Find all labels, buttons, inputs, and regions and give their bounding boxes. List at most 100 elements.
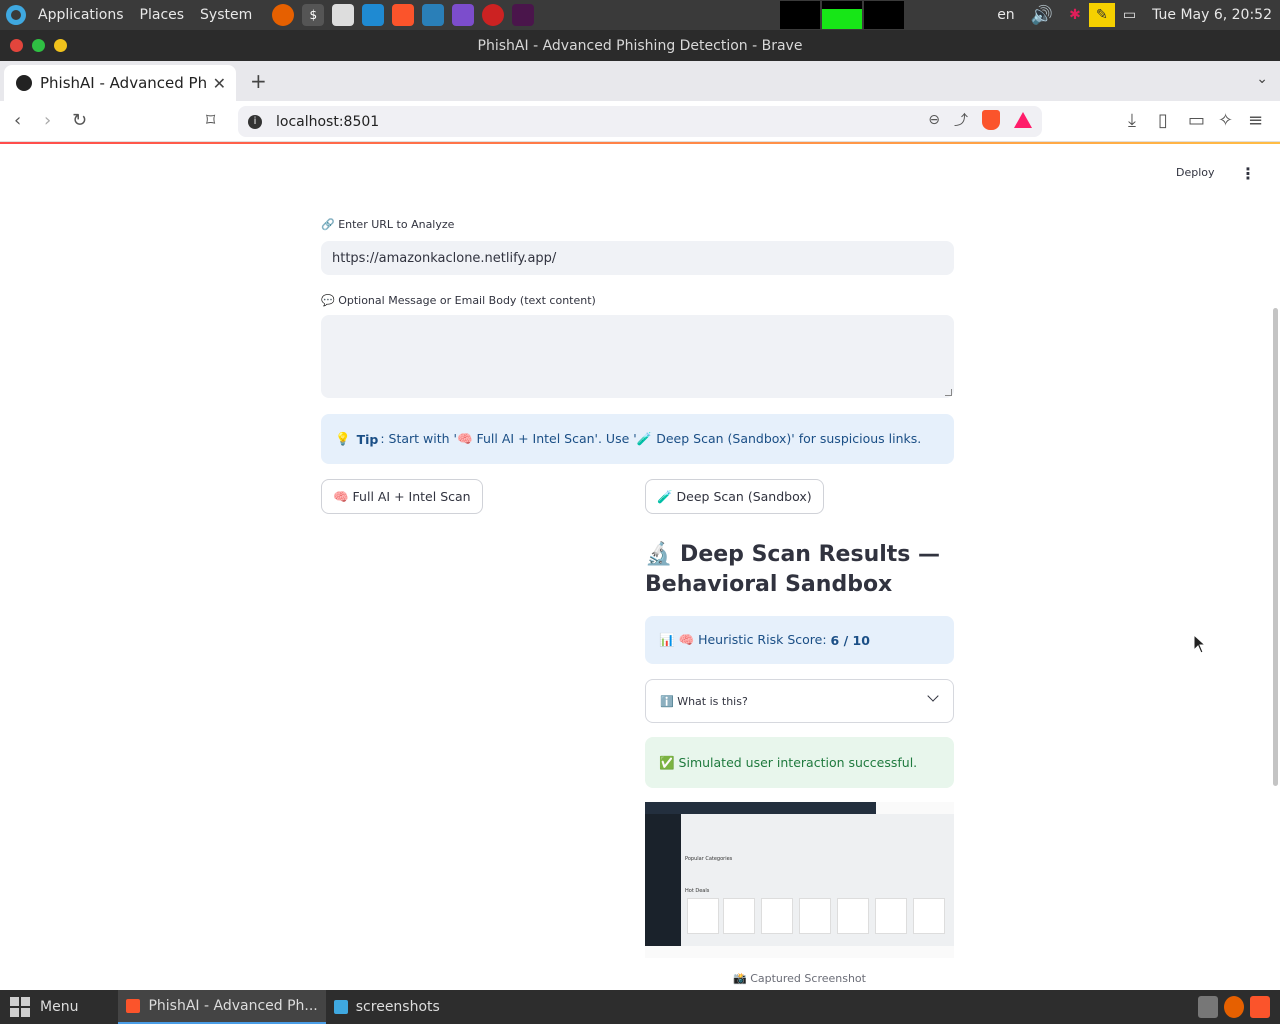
risk-score-box: 📊 🧠 Heuristic Risk Score: 6 / 10 [645,616,954,664]
brave-icon [126,999,141,1013]
clock[interactable]: Tue May 6, 20:52 [1144,0,1280,30]
streamlit-app: Deploy ⋮ 🔗 Enter URL to Analyze https://… [0,144,1280,990]
leo-ai-icon[interactable]: ✧ [1218,110,1233,132]
downloads-icon[interactable]: ⤓ [1128,110,1136,132]
top-panel: Applications Places System $ en 🔊 ✱ ✎ ▭ … [0,0,1280,30]
tip-text: : Start with '🧠 Full AI + Intel Scan'. U… [380,431,922,446]
obsidian-icon[interactable] [452,4,475,26]
window-close-button[interactable] [10,39,23,52]
keyboard-icon[interactable] [1198,996,1218,1018]
browser-menu-icon[interactable]: ≡ [1248,110,1263,132]
applications-menu[interactable]: Applications [30,0,132,30]
tab-close-icon[interactable]: ✕ [213,74,226,93]
tab-list-chevron-icon[interactable]: ⌄ [1256,71,1268,87]
what-is-this-expander[interactable]: ℹ️ What is this? [645,679,954,723]
taskbar-item-screenshots[interactable]: screenshots [326,990,448,1024]
page-scrollbar[interactable] [1273,308,1278,786]
address-text[interactable]: localhost:8501 [276,114,379,130]
screenshot-categories-text: Popular Categories [685,856,733,862]
deep-scan-button[interactable]: 🧪 Deep Scan (Sandbox) [645,479,824,514]
reload-icon[interactable]: ↻ [72,110,87,132]
full-scan-button[interactable]: 🧠 Full AI + Intel Scan [321,479,483,514]
terminal-icon[interactable]: $ [302,4,325,26]
cherry-icon[interactable] [482,4,505,26]
mouse-pointer-icon [1193,634,1207,654]
text-editor-icon[interactable] [332,4,355,26]
expander-label: ℹ️ What is this? [660,694,748,708]
browser-tab[interactable]: PhishAI - Advanced Phish ✕ [4,65,236,101]
address-bar[interactable]: i localhost:8501 ⊖ ⤴ [238,106,1042,137]
brave-rewards-icon[interactable] [1014,112,1032,128]
screenshot-product-card [761,898,793,934]
wallet-icon[interactable]: ▭ [1188,110,1205,132]
tab-title: PhishAI - Advanced Phish [40,74,207,92]
success-alert: ✅ Simulated user interaction successful. [645,737,954,788]
firefox-icon[interactable] [1224,996,1244,1018]
screenshot-sidebar [645,814,681,946]
start-menu-button[interactable]: Menu [0,990,88,1024]
screenshot-header [645,802,876,814]
back-icon[interactable]: ‹ [14,110,21,132]
window-titlebar: PhishAI - Advanced Phishing Detection - … [0,30,1280,61]
places-menu[interactable]: Places [132,0,193,30]
taskbar: Menu PhishAI - Advanced Ph... screenshot… [0,990,1280,1024]
window-maximize-button[interactable] [54,39,67,52]
screenshot-product-card [799,898,831,934]
lightbulb-icon: 💡 [335,431,351,446]
zoom-icon[interactable]: ⊖ [928,112,940,128]
new-tab-icon[interactable]: + [250,69,267,93]
display-icon[interactable]: ▭ [1115,0,1144,30]
keyboard-layout[interactable]: en [989,0,1023,30]
bookmark-icon[interactable]: ⌑ [206,110,215,132]
screenshot-product-card [687,898,719,934]
site-info-icon[interactable]: i [248,114,262,129]
taskbar-item-label: PhishAI - Advanced Ph... [148,998,318,1014]
window-minimize-button[interactable] [32,39,45,52]
system-menu[interactable]: System [192,0,260,30]
message-textarea[interactable] [321,315,954,398]
tab-strip: PhishAI - Advanced Phish ✕ + ⌄ [0,61,1280,101]
firefox-icon[interactable] [272,4,295,26]
distro-logo-icon[interactable] [6,5,26,25]
risk-score-value: 6 / 10 [830,632,870,648]
deploy-button[interactable]: Deploy [1176,166,1215,179]
slack-icon[interactable] [512,4,535,26]
brave-icon[interactable] [1250,996,1270,1018]
window-title: PhishAI - Advanced Phishing Detection - … [477,37,803,54]
screenshot-hot-deals-text: Hot Deals [685,888,710,894]
notes-tray-icon[interactable]: ✎ [1088,3,1115,27]
taskbar-item-label: screenshots [355,999,440,1015]
chevron-down-icon [927,690,939,702]
screenshot-product-card [875,898,907,934]
url-input[interactable]: https://amazonkaclone.netlify.app/ [321,241,954,275]
captured-screenshot-image: Popular Categories Hot Deals [645,802,954,958]
main-menu-icon[interactable]: ⋮ [1240,164,1256,183]
tip-heading: Tip [356,431,379,447]
url-label: 🔗 Enter URL to Analyze [321,218,455,231]
taskbar-item-brave[interactable]: PhishAI - Advanced Ph... [118,990,326,1024]
network-graph [864,1,905,29]
screenshot-caption: 📸 Captured Screenshot [733,972,866,985]
volume-icon[interactable]: 🔊 [1023,0,1061,30]
risk-score-label: 📊 🧠 Heuristic Risk Score: [659,632,827,647]
screenshot-product-card [723,898,755,934]
tip-info-box: 💡 Tip : Start with '🧠 Full AI + Intel Sc… [321,414,954,464]
screenshot-product-card [837,898,869,934]
share-icon[interactable]: ⤴ [954,110,968,130]
deep-scan-results-heading: 🔬 Deep Scan Results — Behavioral Sandbox [645,542,941,597]
brave-shields-icon[interactable] [982,110,1000,130]
vscode-icon[interactable] [362,4,385,26]
cpu-graph [780,1,821,29]
system-monitor-icon[interactable] [422,4,445,26]
system-load-monitors [778,1,905,29]
system-tray [1198,996,1280,1018]
memory-graph [822,1,863,29]
menu-label: Menu [40,999,79,1015]
menu-grid-icon [10,997,30,1017]
sidebar-icon[interactable]: ▯ [1158,110,1168,132]
slack-tray-icon[interactable]: ✱ [1061,0,1089,30]
message-label: 💬 Optional Message or Email Body (text c… [321,294,596,307]
screenshot-product-card [913,898,945,934]
forward-icon[interactable]: › [44,110,51,132]
brave-icon[interactable] [392,4,415,26]
